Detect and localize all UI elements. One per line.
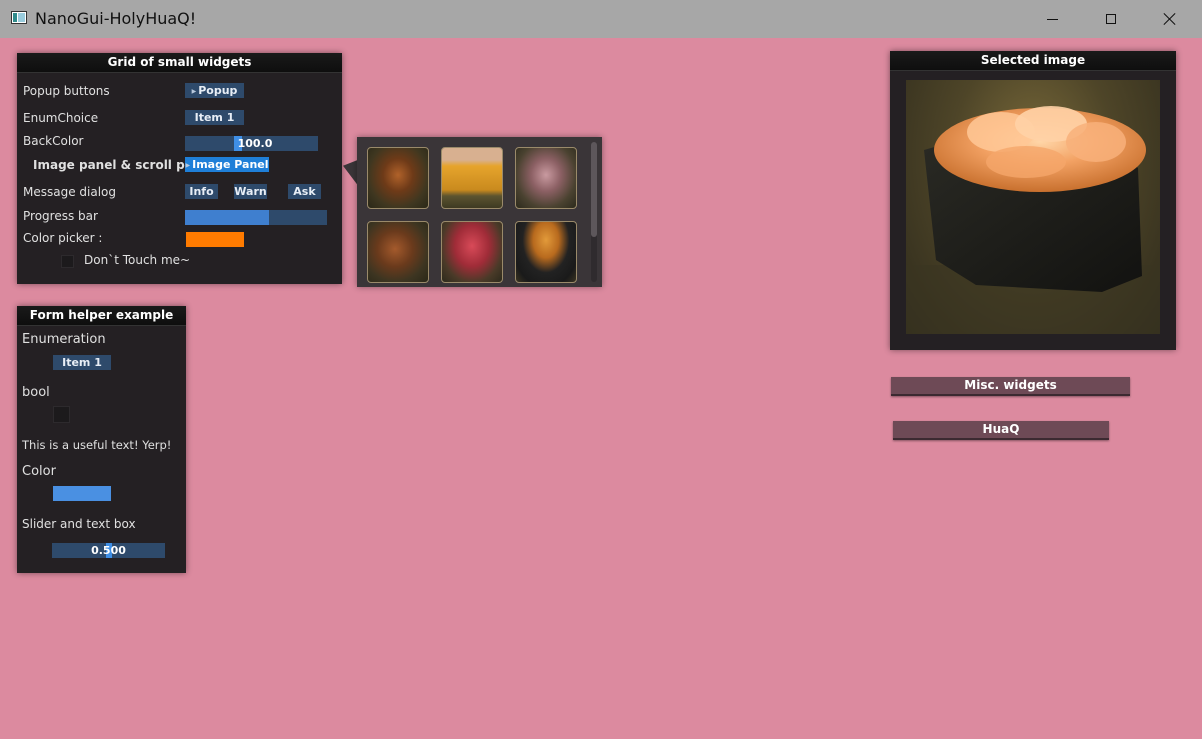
- scrollbar-thumb[interactable]: [591, 142, 597, 237]
- useful-text-value[interactable]: This is a useful text! Yerp!: [22, 438, 171, 452]
- minimize-icon: [1046, 18, 1058, 20]
- color-picker-button[interactable]: [186, 232, 244, 247]
- tamago-icon[interactable]: [441, 147, 503, 209]
- selected-image: [906, 80, 1160, 334]
- minimize-button[interactable]: [1029, 0, 1075, 38]
- popup-pointer: [343, 153, 357, 185]
- selected-image-window-title[interactable]: Selected image: [890, 51, 1176, 71]
- popup-button-label: Popup: [198, 84, 238, 97]
- popup-buttons-label: Popup buttons: [23, 84, 110, 98]
- color-picker-label: Color picker :: [23, 231, 103, 245]
- backcolor-label: BackColor: [23, 134, 84, 148]
- enum-choice-label: EnumChoice: [23, 111, 99, 125]
- color-label: Color: [22, 464, 56, 479]
- popup-arrow-icon: ▶: [185, 161, 191, 169]
- slider-value: 0.500: [91, 544, 126, 557]
- popup-button[interactable]: ▶ Popup: [185, 83, 244, 98]
- sushi-grilled-icon[interactable]: [367, 221, 429, 283]
- app-icon: [11, 11, 27, 24]
- info-button[interactable]: Info: [185, 184, 218, 199]
- grid-widgets-window-title[interactable]: Grid of small widgets: [17, 53, 342, 73]
- sushi-scallop-image: [906, 106, 1160, 334]
- form-helper-window: Form helper example Enumeration Item 1 b…: [17, 306, 186, 573]
- slider-textbox[interactable]: 0.500: [52, 543, 165, 558]
- warn-button[interactable]: Warn: [234, 184, 267, 199]
- backcolor-slider[interactable]: 100.0: [185, 136, 318, 151]
- sushi-tuna-icon[interactable]: [441, 221, 503, 283]
- message-dialog-label: Message dialog: [23, 185, 117, 199]
- image-panel-scrollbar[interactable]: [591, 142, 597, 282]
- window-title: NanoGui-HolyHuaQ!: [35, 9, 197, 28]
- form-helper-window-title[interactable]: Form helper example: [17, 306, 186, 326]
- ask-button[interactable]: Ask: [288, 184, 321, 199]
- sushi-eel-icon[interactable]: [367, 147, 429, 209]
- backcolor-value: 100.0: [237, 137, 273, 150]
- window-titlebar: NanoGui-HolyHuaQ!: [0, 0, 1202, 38]
- enumeration-label: Enumeration: [22, 332, 106, 347]
- sushi-fish-icon[interactable]: [515, 147, 577, 209]
- slider-textbox-label: Slider and text box: [22, 517, 136, 531]
- grid-widgets-window: Grid of small widgets Popup buttons ▶ Pop…: [17, 53, 342, 284]
- dont-touch-checkbox[interactable]: [61, 255, 74, 268]
- close-icon: [1163, 12, 1177, 26]
- bool-checkbox[interactable]: [53, 406, 70, 423]
- enum-choice-dropdown[interactable]: Item 1: [185, 110, 244, 125]
- image-panel-button-label: Image Panel: [192, 158, 269, 171]
- bool-label: bool: [22, 385, 50, 400]
- dont-touch-label: Don`t Touch me~: [84, 253, 191, 267]
- progress-fill: [185, 210, 269, 225]
- huaq-button[interactable]: HuaQ: [893, 421, 1109, 440]
- maximize-button[interactable]: [1088, 0, 1134, 38]
- popup-arrow-icon: ▶: [191, 87, 197, 95]
- enumeration-dropdown[interactable]: Item 1: [53, 355, 111, 370]
- color-picker-button[interactable]: [53, 486, 111, 501]
- progress-bar: [185, 210, 327, 225]
- close-button[interactable]: [1147, 0, 1193, 38]
- progress-bar-label: Progress bar: [23, 209, 98, 223]
- maximize-icon: [1106, 14, 1116, 24]
- image-panel-button[interactable]: ▶ Image Panel: [185, 157, 269, 172]
- misc-widgets-button[interactable]: Misc. widgets: [891, 377, 1130, 396]
- sushi-uni-icon[interactable]: [515, 221, 577, 283]
